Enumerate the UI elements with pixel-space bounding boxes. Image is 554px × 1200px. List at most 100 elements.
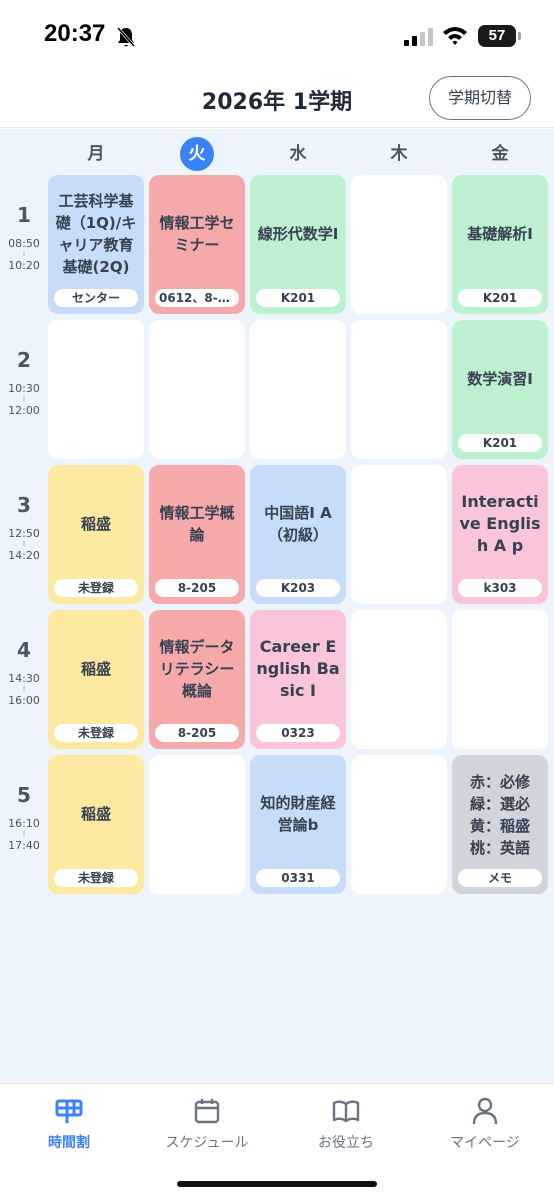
room-badge: 未登録 (54, 724, 138, 742)
course-card[interactable]: 線形代数学I K201 (250, 175, 346, 314)
empty-slot[interactable] (351, 610, 447, 749)
course-card[interactable]: 稲盛 未登録 (48, 610, 144, 749)
course-card[interactable]: 情報データリテラシー概論 8-205 (149, 610, 245, 749)
period-end-time: 16:00 (8, 694, 40, 707)
person-icon (472, 1097, 498, 1125)
period-number: 2 (17, 348, 31, 372)
room-badge: 未登録 (54, 579, 138, 597)
empty-slot[interactable] (452, 610, 548, 749)
course-name: 稲盛 (80, 805, 111, 823)
empty-slot[interactable] (250, 320, 346, 459)
status-time: 20:37 (44, 20, 106, 47)
course-name: 情報工学セミナー (159, 214, 235, 254)
memo-line: 赤：必修 (469, 773, 530, 791)
period-end-time: 14:20 (8, 549, 40, 562)
room-badge: 未登録 (54, 869, 138, 887)
nav-tab-mypage[interactable]: マイページ (416, 1096, 554, 1152)
period-time-separator: ı (22, 684, 26, 694)
course-name: 稲盛 (80, 515, 111, 533)
wifi-icon (443, 27, 467, 45)
day-header: 火 (149, 137, 245, 171)
term-switch-button[interactable]: 学期切替 (429, 76, 531, 120)
course-name: 数学演習I (467, 370, 533, 388)
course-card[interactable]: 基礎解析I K201 (452, 175, 548, 314)
course-card[interactable]: Career English Basic I 0323 (250, 610, 346, 749)
period-time-separator: ı (22, 394, 26, 404)
nav-label: スケジュール (165, 1135, 249, 1151)
course-card[interactable]: 工芸科学基礎（1Q)/キャリア教育基礎(2Q) センター (48, 175, 144, 314)
nav-tab-timetable[interactable]: 時間割 (0, 1096, 138, 1152)
book-icon (332, 1100, 360, 1123)
day-label: 水 (289, 144, 307, 164)
nav-tab-schedule[interactable]: スケジュール (138, 1096, 276, 1152)
period-label: 3 12:50 ı 14:20 (0, 493, 48, 562)
bell-muted-icon (116, 27, 136, 47)
empty-slot[interactable] (351, 175, 447, 314)
empty-slot[interactable] (351, 320, 447, 459)
course-name: 線形代数学I (257, 225, 339, 243)
empty-slot[interactable] (149, 320, 245, 459)
period-label: 2 10:30 ı 12:00 (0, 348, 48, 417)
course-card[interactable]: 数学演習I K201 (452, 320, 548, 459)
room-badge: 0612、8-2… (155, 289, 239, 307)
home-indicator (177, 1181, 377, 1187)
course-name: 基礎解析I (467, 225, 533, 243)
timetable-icon (55, 1099, 83, 1123)
day-label: 金 (491, 144, 509, 164)
course-card[interactable]: 稲盛 未登録 (48, 465, 144, 604)
nav-label: マイページ (450, 1135, 520, 1151)
day-header: 金 (452, 137, 548, 171)
memo-line: 桃：英語 (469, 839, 530, 857)
course-card[interactable]: Interactive English A p k303 (452, 465, 548, 604)
empty-slot[interactable] (351, 755, 447, 894)
course-card[interactable]: 情報工学セミナー 0612、8-2… (149, 175, 245, 314)
course-name: 情報工学概論 (159, 504, 235, 544)
memo-card[interactable]: 赤：必修緑：選必黄：稲盛桃：英語メモ (452, 755, 548, 894)
room-badge: K201 (458, 289, 542, 307)
day-header: 水 (250, 137, 346, 171)
battery-indicator: 57 (478, 25, 521, 47)
course-name: 中国語I A（初級） (264, 504, 332, 544)
course-card[interactable]: 知的財産経営論b 0331 (250, 755, 346, 894)
room-badge: k303 (458, 579, 542, 597)
course-card[interactable]: 情報工学概論 8-205 (149, 465, 245, 604)
course-card[interactable]: 稲盛 未登録 (48, 755, 144, 894)
room-badge: センター (54, 289, 138, 307)
empty-slot[interactable] (149, 755, 245, 894)
status-bar: 20:37 57 (0, 0, 554, 70)
calendar-icon (194, 1099, 220, 1124)
memo-label: メモ (458, 869, 542, 887)
period-end-time: 12:00 (8, 404, 40, 417)
day-label: 木 (390, 144, 408, 164)
nav-label: お役立ち (318, 1135, 374, 1151)
course-name: 稲盛 (80, 660, 111, 678)
period-end-time: 10:20 (8, 259, 40, 272)
day-header: 木 (351, 137, 447, 171)
period-time-separator: ı (22, 829, 26, 839)
period-time-separator: ı (22, 249, 26, 259)
period-number: 1 (17, 203, 31, 227)
room-badge: 0331 (256, 869, 340, 887)
period-label: 1 08:50 ı 10:20 (0, 203, 48, 272)
cellular-signal-icon (404, 28, 433, 46)
course-card[interactable]: 中国語I A（初級） K203 (250, 465, 346, 604)
room-badge: 0323 (256, 724, 340, 742)
day-label: 月 (87, 144, 105, 164)
room-badge: 8-205 (155, 579, 239, 597)
course-name: Career English Basic I (256, 637, 340, 700)
timetable-grid: 月火水木金 1 08:50 ı 10:20 2 10:30 ı 12:00 3 12:50 ı 14:2… (0, 129, 554, 1083)
room-badge: K203 (256, 579, 340, 597)
day-label: 火 (180, 137, 214, 171)
period-number: 5 (17, 783, 31, 807)
period-label: 5 16:10 ı 17:40 (0, 783, 48, 852)
course-name: 情報データリテラシー概論 (159, 638, 235, 700)
empty-slot[interactable] (48, 320, 144, 459)
memo-line: 黄：稲盛 (469, 817, 530, 835)
empty-slot[interactable] (351, 465, 447, 604)
nav-tab-useful[interactable]: お役立ち (277, 1096, 415, 1152)
day-header: 月 (48, 137, 144, 171)
memo-line: 緑：選必 (469, 795, 530, 813)
memo-text: 赤：必修緑：選必黄：稲盛桃：英語 (456, 767, 544, 863)
nav-label: 時間割 (48, 1135, 90, 1151)
room-badge: K201 (256, 289, 340, 307)
